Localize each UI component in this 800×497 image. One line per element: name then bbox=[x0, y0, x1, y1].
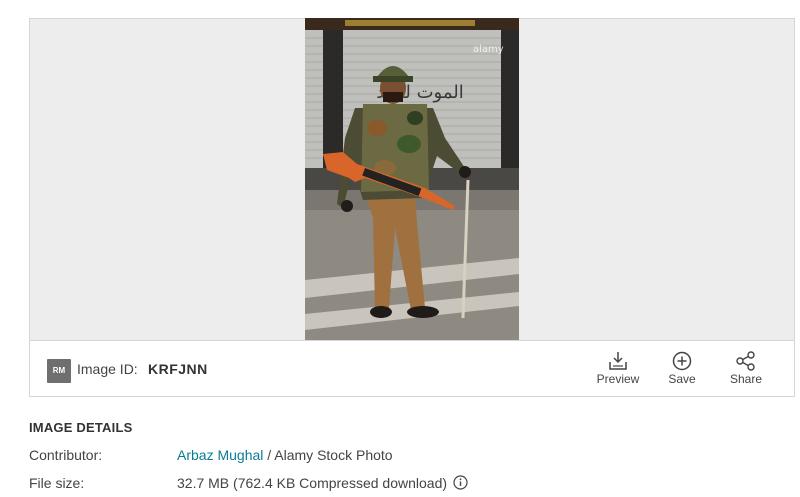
contributor-link[interactable]: Arbaz Mughal bbox=[177, 447, 263, 463]
info-icon[interactable] bbox=[453, 475, 468, 490]
contributor-value: Arbaz Mughal / Alamy Stock Photo bbox=[177, 447, 393, 463]
file-size-value: 32.7 MB (762.4 KB Compressed download) bbox=[177, 475, 448, 491]
save-label: Save bbox=[668, 372, 696, 386]
image-id-value: KRFJNN bbox=[148, 361, 208, 377]
main-photo[interactable]: الموت للهند alamy bbox=[305, 18, 519, 340]
share-button[interactable]: Share bbox=[718, 351, 774, 391]
contributor-label: Contributor: bbox=[29, 447, 103, 463]
rights-managed-badge: RM bbox=[47, 359, 71, 383]
photo-illustration: الموت للهند alamy bbox=[305, 18, 519, 340]
share-icon bbox=[736, 351, 755, 371]
plus-circle-icon bbox=[672, 351, 692, 371]
share-label: Share bbox=[729, 372, 763, 386]
photo-watermark: alamy bbox=[473, 44, 504, 55]
preview-label: Preview bbox=[596, 372, 640, 386]
image-info-bar: RM Image ID: KRFJNN Preview Save Share bbox=[29, 340, 795, 397]
save-button[interactable]: Save bbox=[654, 351, 710, 391]
download-icon bbox=[609, 352, 627, 370]
image-details-heading: IMAGE DETAILS bbox=[29, 420, 133, 435]
preview-button[interactable]: Preview bbox=[590, 351, 646, 391]
file-size-label: File size: bbox=[29, 475, 85, 491]
contributor-agency: / Alamy Stock Photo bbox=[263, 447, 393, 463]
file-size-row: 32.7 MB (762.4 KB Compressed download) bbox=[177, 475, 468, 491]
image-id-label: Image ID: bbox=[77, 361, 138, 377]
